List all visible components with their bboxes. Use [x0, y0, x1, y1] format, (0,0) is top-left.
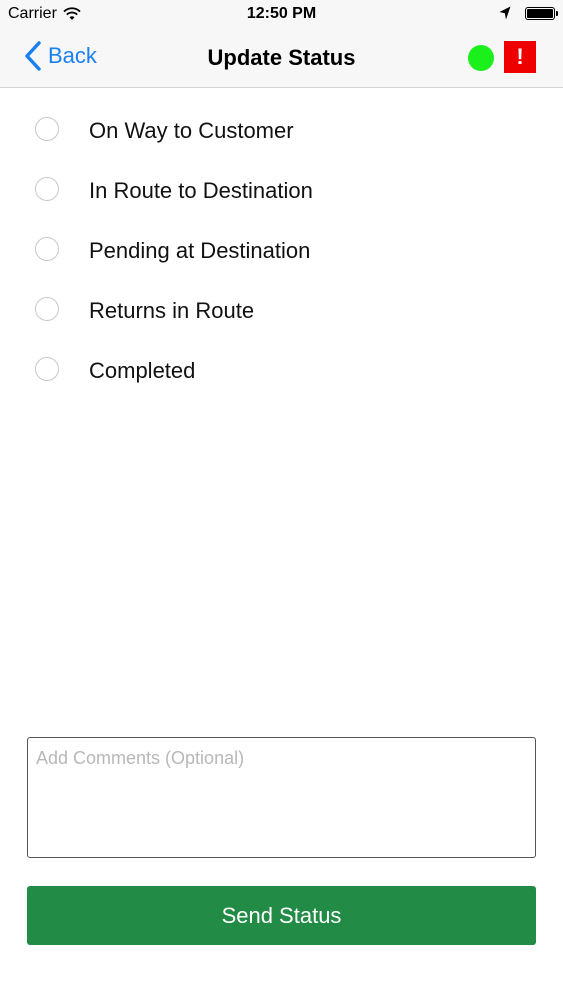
radio-icon[interactable] — [35, 117, 59, 141]
status-option-returns[interactable]: Returns in Route — [0, 281, 563, 341]
radio-icon[interactable] — [35, 297, 59, 321]
status-option-label: In Route to Destination — [89, 178, 313, 203]
send-status-button[interactable]: Send Status — [27, 886, 536, 945]
status-option-label: Pending at Destination — [89, 238, 311, 263]
status-option-label: Completed — [89, 358, 196, 383]
status-options-list: On Way to Customer In Route to Destinati… — [0, 101, 563, 401]
comments-input[interactable] — [27, 737, 536, 858]
status-bar: Carrier 12:50 PM — [0, 0, 563, 30]
radio-icon[interactable] — [35, 177, 59, 201]
status-option-pending[interactable]: Pending at Destination — [0, 221, 563, 281]
alert-button[interactable]: ! — [504, 41, 536, 73]
radio-icon[interactable] — [35, 237, 59, 261]
status-right-icons — [499, 6, 558, 20]
status-option-label: On Way to Customer — [89, 118, 294, 143]
status-option-in-route[interactable]: In Route to Destination — [0, 161, 563, 221]
status-time: 12:50 PM — [246, 5, 317, 22]
alert-label: ! — [516, 44, 524, 69]
navigation-bar: Back Update Status ! — [0, 30, 563, 88]
battery-icon — [525, 6, 558, 20]
status-option-on-way[interactable]: On Way to Customer — [0, 101, 563, 161]
online-status-indicator — [468, 45, 494, 71]
status-option-completed[interactable]: Completed — [0, 341, 563, 401]
location-arrow-icon — [499, 6, 511, 20]
status-option-label: Returns in Route — [89, 298, 255, 323]
radio-icon[interactable] — [35, 357, 59, 381]
